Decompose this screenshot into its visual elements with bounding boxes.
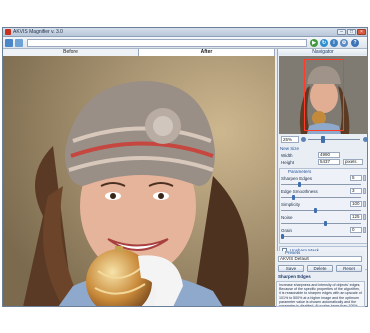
simplicity-field[interactable]: 100 [350, 201, 362, 207]
batch-icon[interactable]: ↻ [320, 39, 328, 47]
sharpen-edges-label: Sharpen Edges [281, 176, 313, 181]
zoom-out-icon[interactable] [301, 137, 306, 142]
edge-smoothness-spinner[interactable] [363, 188, 366, 194]
width-field[interactable]: 4990 [318, 152, 340, 158]
description-text: Increase sharpness and intensity of obje… [276, 281, 365, 307]
new-size-heading: New Size [280, 146, 300, 151]
maximize-button[interactable]: □ [347, 29, 356, 35]
height-label: Height [281, 160, 295, 165]
close-button[interactable]: × [357, 29, 366, 35]
tab-after[interactable]: After [139, 49, 275, 56]
photo-portrait [3, 56, 275, 306]
file-path-field[interactable] [27, 39, 307, 47]
save-preset-button[interactable]: Save [278, 265, 304, 272]
window-title: AKVIS Magnifier v. 3.0 [13, 29, 63, 35]
settings-icon[interactable]: ⚙ [340, 39, 348, 47]
simplicity-handle[interactable] [314, 208, 317, 213]
zoom-slider-handle[interactable] [321, 136, 325, 143]
simplicity-spinner[interactable] [363, 201, 366, 207]
edge-smoothness-label: Edge Smoothness [281, 189, 318, 194]
parameters-heading: Parameters [288, 169, 312, 174]
height-field[interactable]: 5437 [318, 159, 340, 165]
open-image-icon[interactable] [5, 39, 13, 47]
grain-spinner[interactable] [363, 227, 366, 233]
sharpen-edges-field[interactable]: 5 [350, 175, 362, 181]
navigator-title: Navigator [278, 49, 367, 55]
info-icon[interactable]: i [330, 39, 338, 47]
description-title: Sharpen Edges [278, 274, 311, 279]
width-label: Width [281, 153, 293, 158]
minimize-button[interactable]: – [337, 29, 346, 35]
help-icon[interactable]: ? [351, 39, 359, 47]
simplicity-slider[interactable] [281, 210, 361, 211]
noise-label: Noise [281, 215, 293, 220]
grain-slider[interactable] [281, 236, 361, 237]
navigator-preview[interactable] [279, 56, 367, 134]
zoom-in-icon[interactable] [363, 137, 367, 142]
presets-heading: Presets [285, 250, 301, 255]
grain-label: Grain [281, 228, 293, 233]
sharpen-edges-handle[interactable] [298, 182, 301, 187]
noise-spinner[interactable] [363, 214, 366, 220]
tab-before[interactable]: Before [3, 49, 139, 56]
sharpen-edges-spinner[interactable] [363, 175, 366, 181]
noise-field[interactable]: 125 [350, 214, 362, 220]
unit-select[interactable]: pixels [343, 159, 363, 165]
presets-select[interactable]: AKVIS Default [278, 256, 362, 262]
app-logo-icon [5, 29, 11, 35]
navigator-viewport-frame[interactable] [304, 59, 344, 131]
zoom-controls: 25% [279, 136, 367, 143]
noise-slider[interactable] [281, 223, 361, 224]
edge-smoothness-field[interactable]: 3 [350, 188, 362, 194]
reset-preset-button[interactable]: Reset [336, 265, 362, 272]
title-bar: AKVIS Magnifier v. 3.0 – □ × [3, 28, 367, 37]
sharpen-edges-slider[interactable] [281, 184, 361, 185]
image-canvas[interactable] [3, 56, 275, 306]
zoom-slider[interactable] [308, 139, 360, 140]
grain-field[interactable]: 0 [350, 227, 362, 233]
toolbar: ▶ ↻ i ⚙ ? [3, 37, 367, 49]
edge-smoothness-handle[interactable] [292, 195, 295, 200]
delete-preset-button[interactable]: Delete [307, 265, 333, 272]
view-tabs: Before After [3, 49, 275, 56]
run-icon[interactable]: ▶ [310, 39, 318, 47]
save-image-icon[interactable] [15, 39, 23, 47]
zoom-select[interactable]: 25% [281, 136, 299, 143]
noise-handle[interactable] [324, 221, 327, 226]
simplicity-label: Simplicity [281, 202, 301, 207]
grain-handle[interactable] [281, 234, 284, 239]
